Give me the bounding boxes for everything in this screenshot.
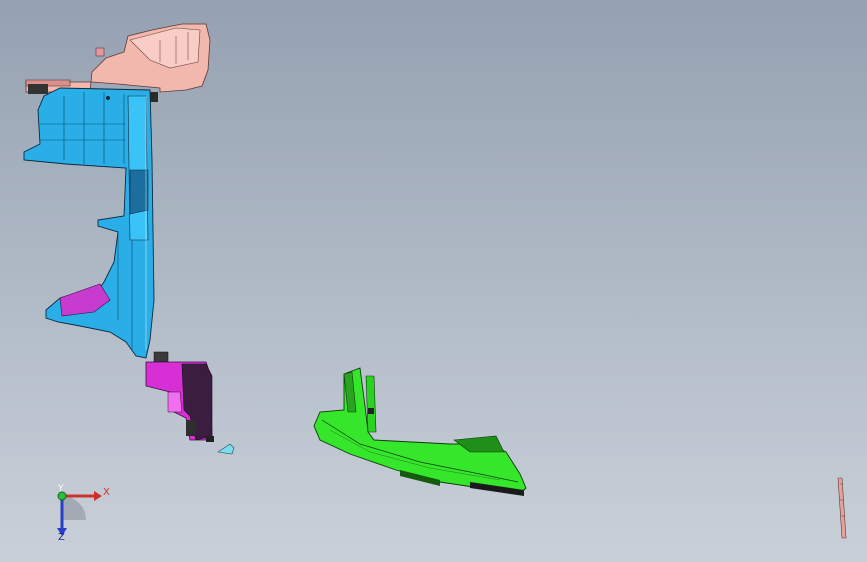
model-scene[interactable] (0, 0, 867, 562)
green-bumper-part[interactable] (313, 367, 527, 496)
blue-panel-part[interactable] (23, 87, 155, 359)
orientation-triad (57, 491, 102, 536)
y-axis-label: Y (58, 484, 64, 494)
x-axis-arrowhead (94, 491, 102, 501)
cad-viewport[interactable]: X Y Z (0, 0, 867, 562)
z-axis-label: Z (58, 532, 65, 543)
small-clip-part[interactable] (217, 443, 235, 455)
thin-strip-part[interactable] (837, 477, 847, 539)
magenta-bracket-part[interactable] (145, 351, 214, 442)
x-axis-label: X (103, 487, 110, 498)
